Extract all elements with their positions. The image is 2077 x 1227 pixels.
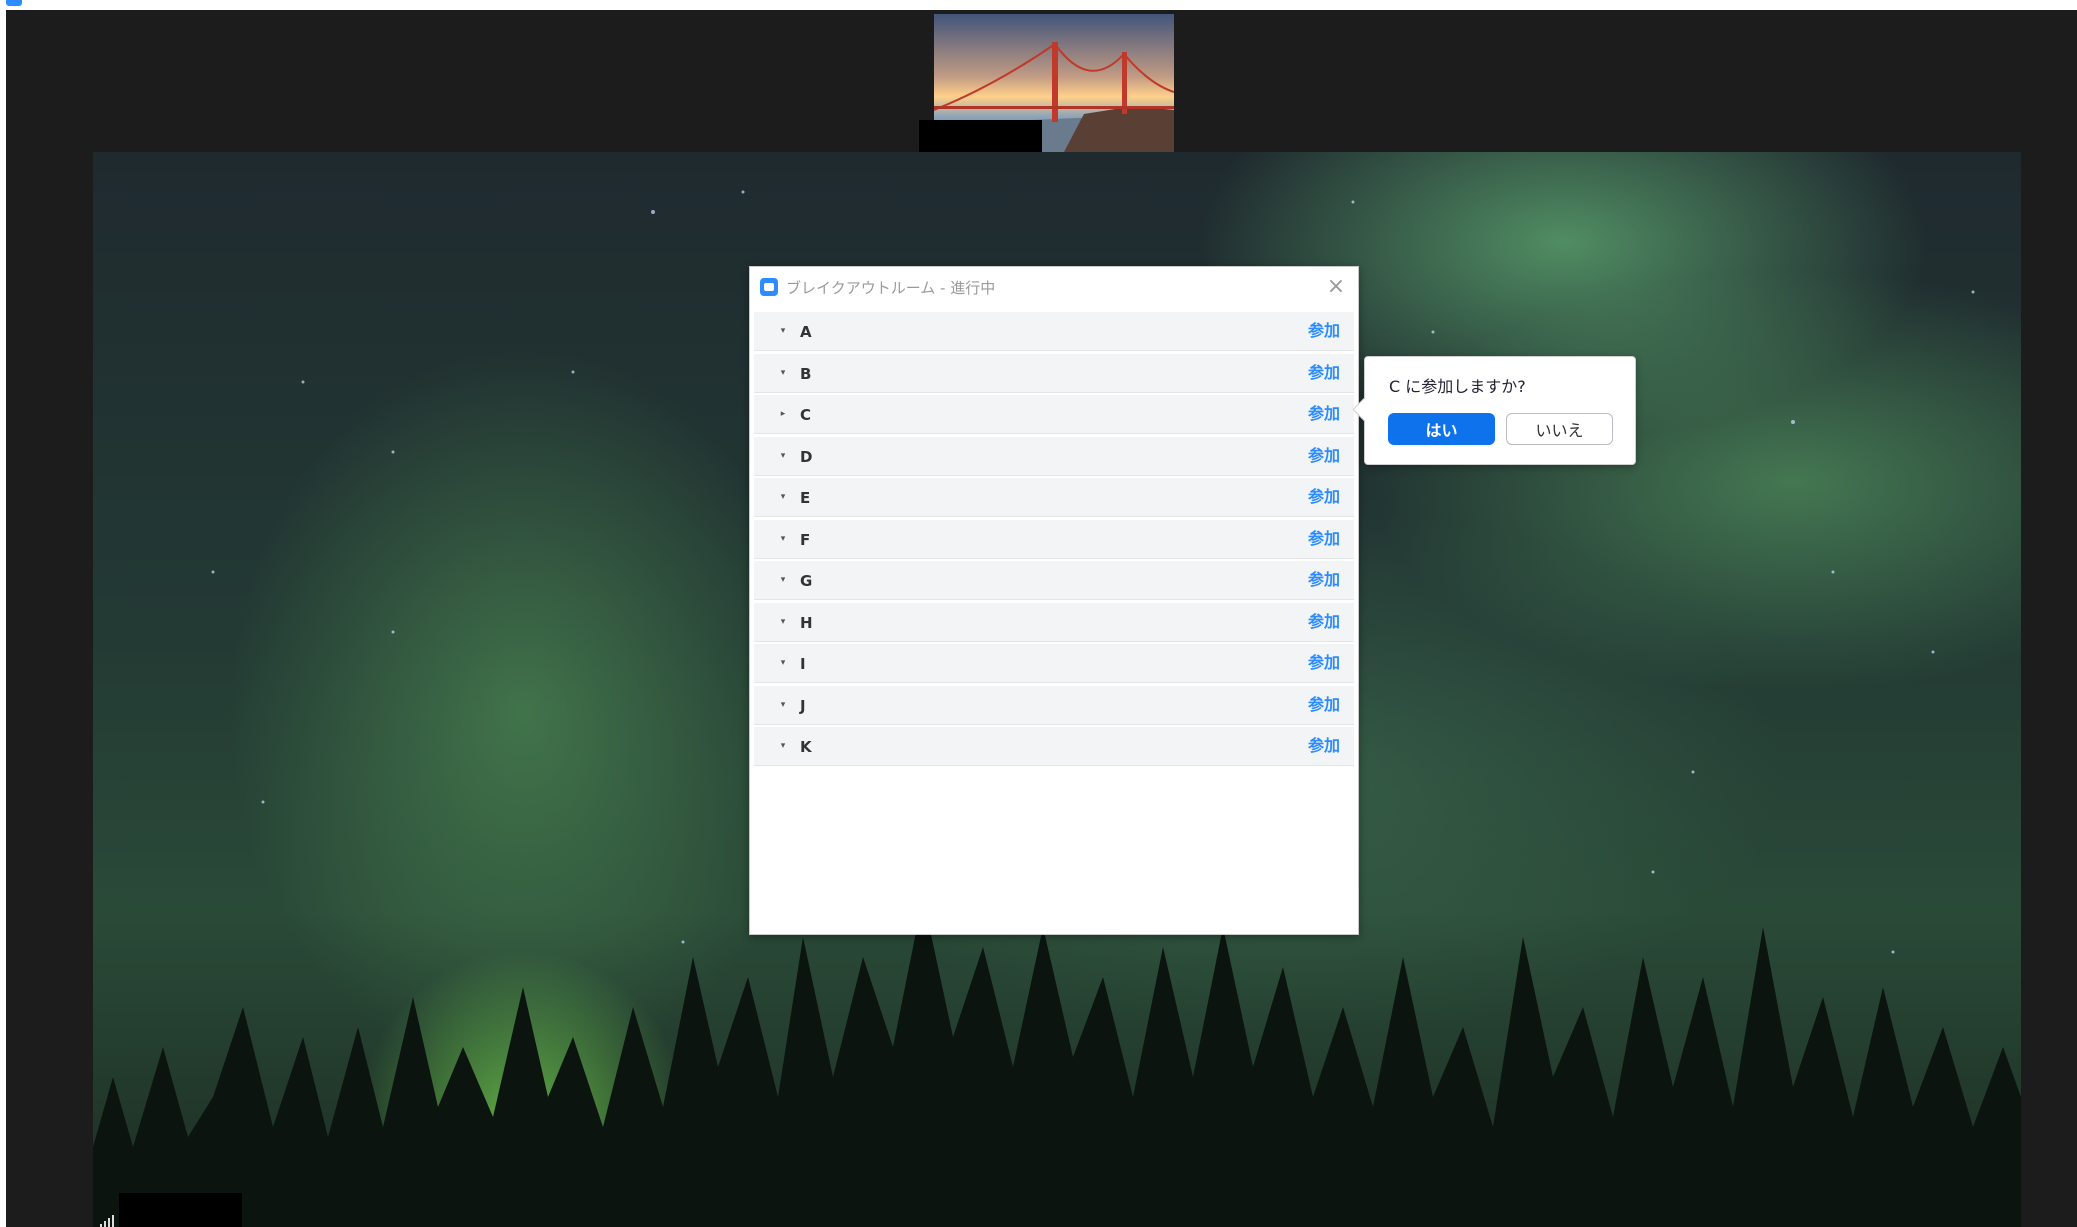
room-name: F [800,530,811,549]
room-row[interactable]: ▾ J 参加 [754,685,1354,725]
room-name: K [800,738,812,756]
room-name: H [800,613,813,632]
video-background-forest [93,897,2021,1227]
yes-button[interactable]: はい [1388,413,1495,445]
join-room-link[interactable]: 参加 [1308,446,1340,466]
room-row[interactable]: ▾ H 参加 [754,602,1354,642]
expand-chevron-icon[interactable]: ▾ [776,573,790,587]
join-confirm-question: C に参加しますか? [1389,377,1526,396]
expand-chevron-icon[interactable]: ▾ [776,698,790,712]
room-row[interactable]: ▾ F 参加 [754,519,1354,559]
room-name: D [800,447,813,466]
join-room-link[interactable]: 参加 [1308,612,1340,632]
thumbnail-name-label-redacted [919,120,1042,152]
join-room-link[interactable]: 参加 [1308,363,1340,383]
expand-chevron-icon[interactable]: ▾ [776,490,790,504]
expand-chevron-icon[interactable]: ▾ [776,615,790,629]
room-name: C [800,406,812,424]
room-row[interactable]: ▾ E 参加 [754,478,1354,517]
dialog-titlebar[interactable]: ブレイクアウトルーム - 進行中 × [750,267,1358,309]
join-room-link[interactable]: 参加 [1308,695,1340,715]
join-room-link[interactable]: 参加 [1308,404,1340,424]
room-name: A [800,323,812,341]
room-name: J [800,696,806,715]
join-room-link[interactable]: 参加 [1308,529,1340,549]
breakout-rooms-dialog: ブレイクアウトルーム - 進行中 × ▾ A 参加 ▾ B 参加 ▸ C 参加 ▾ D 参加 ▾ E 参加 ▾… [749,266,1359,935]
join-room-link[interactable]: 参加 [1308,321,1340,341]
expand-chevron-icon[interactable]: ▾ [776,449,790,463]
join-confirm-popup: C に参加しますか? はい いいえ [1352,356,1636,465]
join-room-link[interactable]: 参加 [1308,653,1340,673]
expand-chevron-icon[interactable]: ▾ [776,324,790,338]
zoom-app-icon [760,278,778,296]
room-row[interactable]: ▾ K 参加 [754,727,1354,766]
join-room-link[interactable]: 参加 [1308,736,1340,756]
room-row[interactable]: ▾ D 参加 [754,436,1354,476]
expand-chevron-icon[interactable]: ▾ [776,739,790,753]
room-row[interactable]: ▾ I 参加 [754,644,1354,683]
signal-strength-icon [100,1215,114,1227]
room-row[interactable]: ▾ A 参加 [754,312,1354,351]
room-name: I [800,655,806,673]
room-name: G [800,572,813,590]
close-icon[interactable]: × [1324,275,1348,299]
room-row[interactable]: ▸ C 参加 [754,395,1354,434]
expand-chevron-icon[interactable]: ▾ [776,656,790,670]
join-room-link[interactable]: 参加 [1308,570,1340,590]
zoom-app-icon [6,0,22,6]
expand-chevron-icon[interactable]: ▾ [776,532,790,546]
room-row[interactable]: ▾ B 参加 [754,353,1354,393]
breakout-room-list: ▾ A 参加 ▾ B 参加 ▸ C 参加 ▾ D 参加 ▾ E 参加 ▾ F 参加 ▾ G 参加 ▾ H 参加 ▾ I 参加 ▾ J 参加… [754,312,1354,769]
expand-chevron-icon[interactable]: ▸ [776,407,790,421]
room-name: B [800,364,812,383]
room-row[interactable]: ▾ G 参加 [754,561,1354,600]
expand-chevron-icon[interactable]: ▾ [776,366,790,380]
room-name: E [800,489,811,507]
no-button[interactable]: いいえ [1506,413,1613,445]
join-room-link[interactable]: 参加 [1308,487,1340,507]
speaker-name-label-redacted [119,1193,242,1227]
dialog-title: ブレイクアウトルーム - 進行中 [786,279,996,297]
window-title-strip [0,0,2077,10]
